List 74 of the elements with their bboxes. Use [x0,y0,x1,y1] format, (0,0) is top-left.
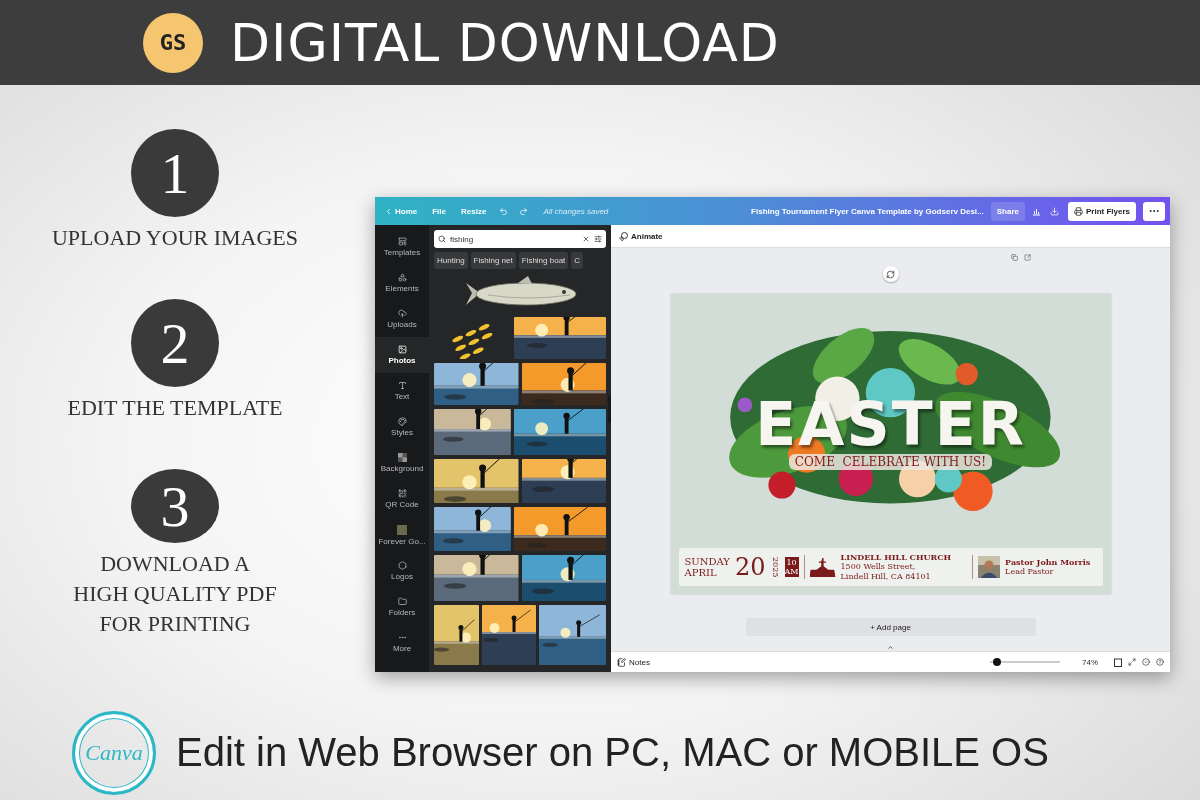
step-label: DOWNLOAD A HIGH QUALITY PDF FOR PRINTING [73,550,277,638]
zoom-reading: 74% [1082,657,1098,667]
refresh-icon [886,269,895,279]
rail-item[interactable]: Folders [375,589,429,625]
refresh-button[interactable] [882,266,899,282]
swatch-icon [397,524,407,535]
filter-icon[interactable] [594,235,602,243]
rail-item[interactable]: Background [375,445,429,481]
rail-item[interactable]: Text [375,373,429,409]
address-line: Lindell Hill, CA 84101 [840,572,932,582]
rail-item[interactable]: Uploads [375,301,429,337]
rail-icon [397,345,407,354]
chart-icon[interactable] [1032,206,1041,216]
checker-icon [397,453,407,462]
rail-icon [397,633,407,642]
step-number: 1 [131,129,219,217]
check-icon[interactable] [1142,658,1150,666]
more-button[interactable] [1143,201,1165,221]
date-text: 20 [734,555,766,579]
canva-logo: Canva [72,710,156,795]
rail-icon [397,489,407,498]
print-button[interactable]: Print Flyers [1068,201,1136,221]
copy-icon[interactable] [1010,254,1018,261]
rail-icon [397,597,407,606]
rail-icon [397,273,407,282]
pastor-role: Lead Pastor [1005,567,1055,577]
step-label: UPLOAD YOUR IMAGES [51,224,299,252]
rail-item[interactable]: Logos [375,553,429,589]
save-status: All changes saved [543,206,609,216]
step-label: EDIT THE TEMPLATE [67,394,283,422]
notes-button[interactable]: Notes [617,657,650,667]
add-page-button[interactable]: + Add page [745,618,1036,636]
month-text: APRIL [684,567,718,578]
rail-item[interactable]: Elements [375,265,429,301]
help-icon[interactable] [1156,658,1164,666]
rail-item[interactable]: Templates [375,229,429,265]
search-input[interactable]: fishing [450,234,578,244]
fullscreen-icon[interactable] [1128,658,1136,666]
rail-item[interactable]: QR Code [375,481,429,517]
banner-title: DIGITAL DOWNLOAD [230,12,780,73]
printer-icon [1074,206,1083,216]
step-number: 3 [131,469,219,543]
filter-chip[interactable]: Fishing net [470,252,516,269]
rail-icon [397,237,407,246]
search-field[interactable]: fishing [434,230,606,248]
step-number: 2 [131,299,219,387]
rail-icon [397,309,407,318]
filter-chip[interactable]: Fishing boat [518,252,569,269]
rail-item[interactable]: More [375,625,429,661]
animate-icon [619,231,628,241]
footer-text: Edit in Web Browser on PC, MAC or MOBILE OS [176,730,1049,775]
search-icon [438,235,446,243]
notes-icon [617,657,626,667]
filter-chip[interactable]: Hunting [434,252,468,269]
document-title[interactable]: Fishing Tournament Flyer Canva Template by Godserv Desi... [751,206,984,216]
filter-chip[interactable]: C [571,252,584,269]
rail-item[interactable]: Forever Go... [375,517,429,553]
rail-icon [397,381,407,390]
rail-icon [397,561,407,570]
rail-icon [397,417,407,426]
year-text: 2025 [770,556,780,578]
clear-icon[interactable] [582,235,590,243]
logo: GS [143,12,203,73]
address-line: 1500 Wells Street, [840,562,917,572]
expand-icon[interactable] [887,644,894,651]
pastor-name: Pastor John Morris [1005,557,1091,567]
animate-button[interactable]: Animate [617,229,665,243]
rail-item[interactable]: Photos [375,337,429,373]
download-icon[interactable] [1048,204,1061,218]
back-icon [384,206,393,216]
pages-icon[interactable] [1114,657,1122,667]
day-text: SUNDAY [684,556,730,567]
rail-item[interactable]: Styles [375,409,429,445]
church-icon [809,557,836,577]
